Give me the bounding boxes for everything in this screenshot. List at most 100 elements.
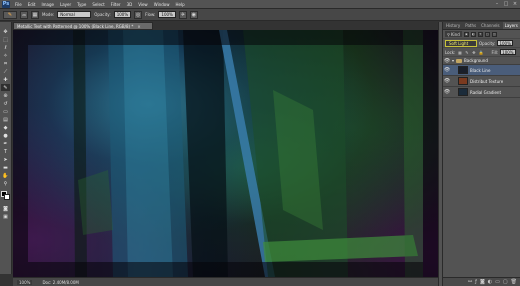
lock-position-icon[interactable]: ✥ [471,50,476,55]
document-title: Metallic Text with Patterned @ 100% (Bla… [17,23,134,29]
path-select-tool-icon[interactable]: ➤ [1,156,10,163]
filter-adjustment-icon[interactable]: ◐ [470,31,476,37]
mode-select[interactable]: Normal [57,11,92,18]
airbrush-icon: ✈ [180,11,185,18]
tab-layers[interactable]: Layers [502,22,520,29]
eraser-tool-icon[interactable]: ▭ [1,108,10,115]
flow-field[interactable]: 100% [158,11,176,18]
menu-edit[interactable]: Edit [28,2,36,7]
pen-tool-icon[interactable]: ✒ [1,140,10,147]
tab-history[interactable]: History [444,22,462,29]
blend-mode-select[interactable]: Soft Light [445,39,477,47]
menu-image[interactable]: Image [41,2,54,7]
flow-label: Flow: [145,12,156,17]
layer-name: Black Line [470,67,491,73]
twirl-down-icon[interactable]: ▾ [452,58,454,63]
menu-3d[interactable]: 3D [127,2,133,7]
airbrush-toggle[interactable]: ✈ [178,10,187,19]
layer-thumbnail [458,77,468,85]
lock-transparency-icon[interactable]: ▦ [457,50,462,55]
new-layer-icon[interactable]: ▢ [503,279,508,285]
menu-help[interactable]: Help [175,2,184,7]
eyedropper-tool-icon[interactable]: ⟋ [1,68,10,75]
filter-shape-icon[interactable]: ▢ [484,31,490,37]
lock-all-icon[interactable]: 🔒 [478,50,483,55]
toolbox: ✥ ⬚ ℓ ✧ ⌗ ⟋ ✚ ✎ ⊕ ↺ ▭ ▤ ◆ ● ✒ T ➤ ▬ ✋ ⚲ … [0,22,12,274]
layer-row[interactable]: 👁 Distribut Texture [443,76,520,87]
opacity-label: Opacity: [94,12,111,17]
filter-type-icon[interactable]: T [477,31,483,37]
layer-row[interactable]: 👁 Radial Gradient [443,87,520,98]
menu-select[interactable]: Select [92,2,104,7]
zoom-level[interactable]: 100% [17,279,33,285]
folder-icon [456,58,463,63]
layer-opacity-field[interactable]: 100% [497,40,513,46]
layer-name: Distribut Texture [470,78,504,84]
fill-field[interactable]: 100% [500,49,516,55]
tool-preset-picker[interactable]: ✎ [3,10,17,19]
eye-icon[interactable]: 👁 [444,67,450,73]
blur-tool-icon[interactable]: ◆ [1,124,10,131]
link-icon[interactable]: ⚯ [468,279,472,285]
close-icon[interactable]: × [512,1,518,7]
menu-view[interactable]: View [138,2,148,7]
menu-file[interactable]: File [15,2,22,7]
eye-icon[interactable]: 👁 [444,78,450,84]
marquee-tool-icon[interactable]: ⬚ [1,36,10,43]
dodge-tool-icon[interactable]: ● [1,132,10,139]
trash-icon[interactable]: 🗑 [511,279,517,285]
screen-mode-icon[interactable]: ▣ [1,213,10,220]
brush-size-value: 26 [22,12,26,17]
pressure-size-icon: ◉ [191,11,197,18]
layer-group-row[interactable]: 👁 ▾ Background [443,57,520,65]
menu-window[interactable]: Window [154,2,170,7]
folder-icon[interactable]: ▭ [495,279,500,285]
document-info[interactable]: Doc: 2.40M/8.00M [42,280,78,285]
gradient-tool-icon[interactable]: ▤ [1,116,10,123]
brush-panel-toggle[interactable]: ▦ [31,10,39,19]
history-brush-tool-icon[interactable]: ↺ [1,100,10,107]
zoom-tool-icon[interactable]: ⚲ [1,180,10,187]
type-tool-icon[interactable]: T [1,148,10,155]
search-icon: ⚲ [447,31,450,37]
lasso-tool-icon[interactable]: ℓ [1,44,10,51]
brush-tool-icon[interactable]: ✎ [1,84,10,91]
mask-icon[interactable]: ◙ [480,279,485,285]
filter-smart-object-icon[interactable]: ◫ [491,31,497,37]
tab-channels[interactable]: Channels [479,22,502,29]
document-tab[interactable]: Metallic Text with Patterned @ 100% (Bla… [13,22,153,30]
tab-paths[interactable]: Paths [463,22,478,29]
pressure-opacity-toggle[interactable]: ◎ [134,10,143,19]
quick-mask-icon[interactable]: ◙ [1,205,10,212]
menu-layer[interactable]: Layer [60,2,71,7]
shape-tool-icon[interactable]: ▬ [1,164,10,171]
quick-select-tool-icon[interactable]: ✧ [1,52,10,59]
pressure-size-toggle[interactable]: ◉ [189,10,198,19]
maximize-icon[interactable]: □ [503,1,509,7]
crop-tool-icon[interactable]: ⌗ [1,60,10,67]
layers-panel-footer: ⚯ ƒ ◙ ◐ ▭ ▢ 🗑 [443,277,520,286]
background-color-swatch[interactable] [3,194,10,200]
adjustment-icon[interactable]: ◐ [488,279,492,285]
minimize-icon[interactable]: – [494,1,500,7]
move-tool-icon[interactable]: ✥ [1,28,10,35]
clone-tool-icon[interactable]: ⊕ [1,92,10,99]
brush-size-picker[interactable]: 26 [20,10,28,19]
eye-icon[interactable]: 👁 [444,58,450,64]
fx-icon[interactable]: ƒ [475,279,477,285]
filter-pixel-icon[interactable]: ▪ [463,31,469,37]
opacity-field[interactable]: 100% [113,11,132,18]
document-area[interactable] [13,30,438,277]
layer-row[interactable]: 👁 Black Line [443,65,520,76]
menu-filter[interactable]: Filter [111,2,121,7]
menu-type[interactable]: Type [77,2,86,7]
menu-bar: Ps File Edit Image Layer Type Select Fil… [0,0,520,9]
hand-tool-icon[interactable]: ✋ [1,172,10,179]
lock-pixels-icon[interactable]: ✎ [464,50,469,55]
healing-tool-icon[interactable]: ✚ [1,76,10,83]
layer-kind-filter[interactable]: ⚲ Kind [445,31,462,37]
canvas-image[interactable] [13,30,438,277]
status-bar: 100% Doc: 2.40M/8.00M [13,277,438,286]
eye-icon[interactable]: 👁 [444,89,450,95]
document-close-icon[interactable]: × [137,24,140,29]
